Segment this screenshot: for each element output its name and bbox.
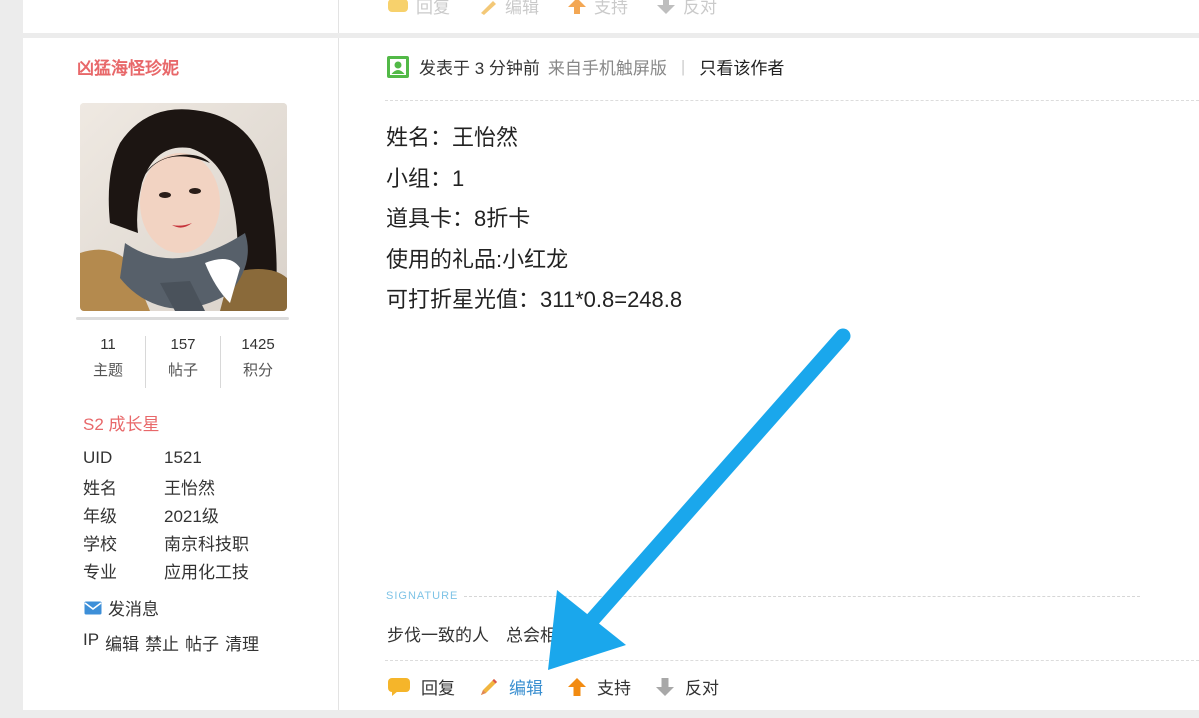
profile-row-grade: 年级 2021级 <box>83 506 219 526</box>
post-line: 姓名：王怡然 <box>386 125 519 150</box>
admin-links: IP 编辑 禁止 帖子 清理 <box>83 630 259 655</box>
pencil-icon <box>481 0 496 15</box>
mail-icon <box>84 601 102 614</box>
admin-ban-link[interactable]: 禁止 <box>145 630 179 655</box>
post-line: 道具卡：8折卡 <box>386 206 531 231</box>
column-divider <box>338 38 339 710</box>
post-source: 来自手机触屏版 <box>547 59 667 78</box>
post-time: 发表于 3 分钟前 <box>419 59 540 78</box>
oppose-button[interactable]: 反对 <box>655 674 719 699</box>
post-line: 使用的礼品:小红龙 <box>386 246 569 272</box>
avatar-photo <box>80 103 287 311</box>
post-line: 可打折星光值：311*0.8=248.8 <box>386 287 683 312</box>
header-divider <box>385 100 1199 101</box>
reply-button[interactable]: 回复 <box>387 674 455 699</box>
forum-post: 凶猛海怪珍妮 11 主题 157 帖子 1425 积分 S2 成长星 UID 1… <box>23 38 1199 710</box>
stat-posts[interactable]: 157 帖子 <box>145 336 220 388</box>
author-stats: 11 主题 157 帖子 1425 积分 <box>71 336 295 388</box>
previous-post: 回复 编辑 支持 反对 <box>23 0 1199 33</box>
prev-support-button[interactable]: 支持 <box>567 0 628 18</box>
profile-row-uid: UID 1521 <box>83 448 202 467</box>
stat-points[interactable]: 1425 积分 <box>220 336 295 388</box>
admin-posts-link[interactable]: 帖子 <box>185 630 219 655</box>
author-avatar[interactable] <box>80 103 287 311</box>
prev-reply-button[interactable]: 回复 <box>387 0 450 18</box>
author-profile: UID 1521 姓名 王怡然 年级 2021级 学校 南京科技职 专业 应用化… <box>83 444 249 584</box>
post-content: 姓名：王怡然 小组：1 道具卡：8折卡 使用的礼品:小红龙 可打折星光值：311… <box>386 118 682 321</box>
admin-clean-link[interactable]: 清理 <box>225 630 259 655</box>
post-line: 小组：1 <box>386 165 465 191</box>
post-actions: 回复 编辑 支持 反对 <box>387 674 719 699</box>
separator: | <box>680 56 686 76</box>
send-message-link[interactable]: 发消息 <box>84 595 159 620</box>
signature-label: SIGNATURE <box>386 590 1140 602</box>
profile-row-major: 专业 应用化工技 <box>83 562 249 582</box>
post-header: 发表于 3 分钟前 来自手机触屏版 | 只看该作者 <box>387 54 784 79</box>
thumb-down-arrow-icon <box>657 0 675 14</box>
signature-text: 步伐一致的人 总会相 <box>387 626 557 645</box>
only-author-link[interactable]: 只看该作者 <box>699 54 784 79</box>
profile-row-school: 学校 南京科技职 <box>83 534 249 554</box>
prev-edit-button[interactable]: 编辑 <box>478 0 539 18</box>
thumb-up-arrow-icon <box>568 0 586 14</box>
forum-thread-page: 回复 编辑 支持 反对 凶猛海怪珍妮 11 主题 157 帖子 1425 积分 … <box>0 0 1199 718</box>
signature-divider <box>464 595 1140 597</box>
author-name-link[interactable]: 凶猛海怪珍妮 <box>77 54 179 79</box>
support-button[interactable]: 支持 <box>567 674 631 699</box>
admin-edit-link[interactable]: 编辑 <box>105 630 139 655</box>
avatar-shadow <box>76 317 289 320</box>
previous-post-actions: 回复 编辑 支持 反对 <box>387 0 717 18</box>
footer-divider <box>385 660 1199 661</box>
profile-row-name: 姓名 王怡然 <box>83 478 215 498</box>
stat-threads[interactable]: 11 主题 <box>71 336 145 388</box>
reply-icon <box>388 0 408 12</box>
admin-ip-link[interactable]: IP <box>83 630 99 655</box>
edit-button[interactable]: 编辑 <box>479 674 543 699</box>
column-divider <box>338 0 339 33</box>
author-rank[interactable]: S2 成长星 <box>83 410 160 435</box>
prev-oppose-button[interactable]: 反对 <box>656 0 717 18</box>
online-user-icon <box>387 55 409 78</box>
pencil-icon <box>481 678 497 695</box>
thumb-up-arrow-icon <box>568 677 586 696</box>
reply-icon <box>388 677 410 696</box>
thumb-down-arrow-icon <box>656 677 674 696</box>
